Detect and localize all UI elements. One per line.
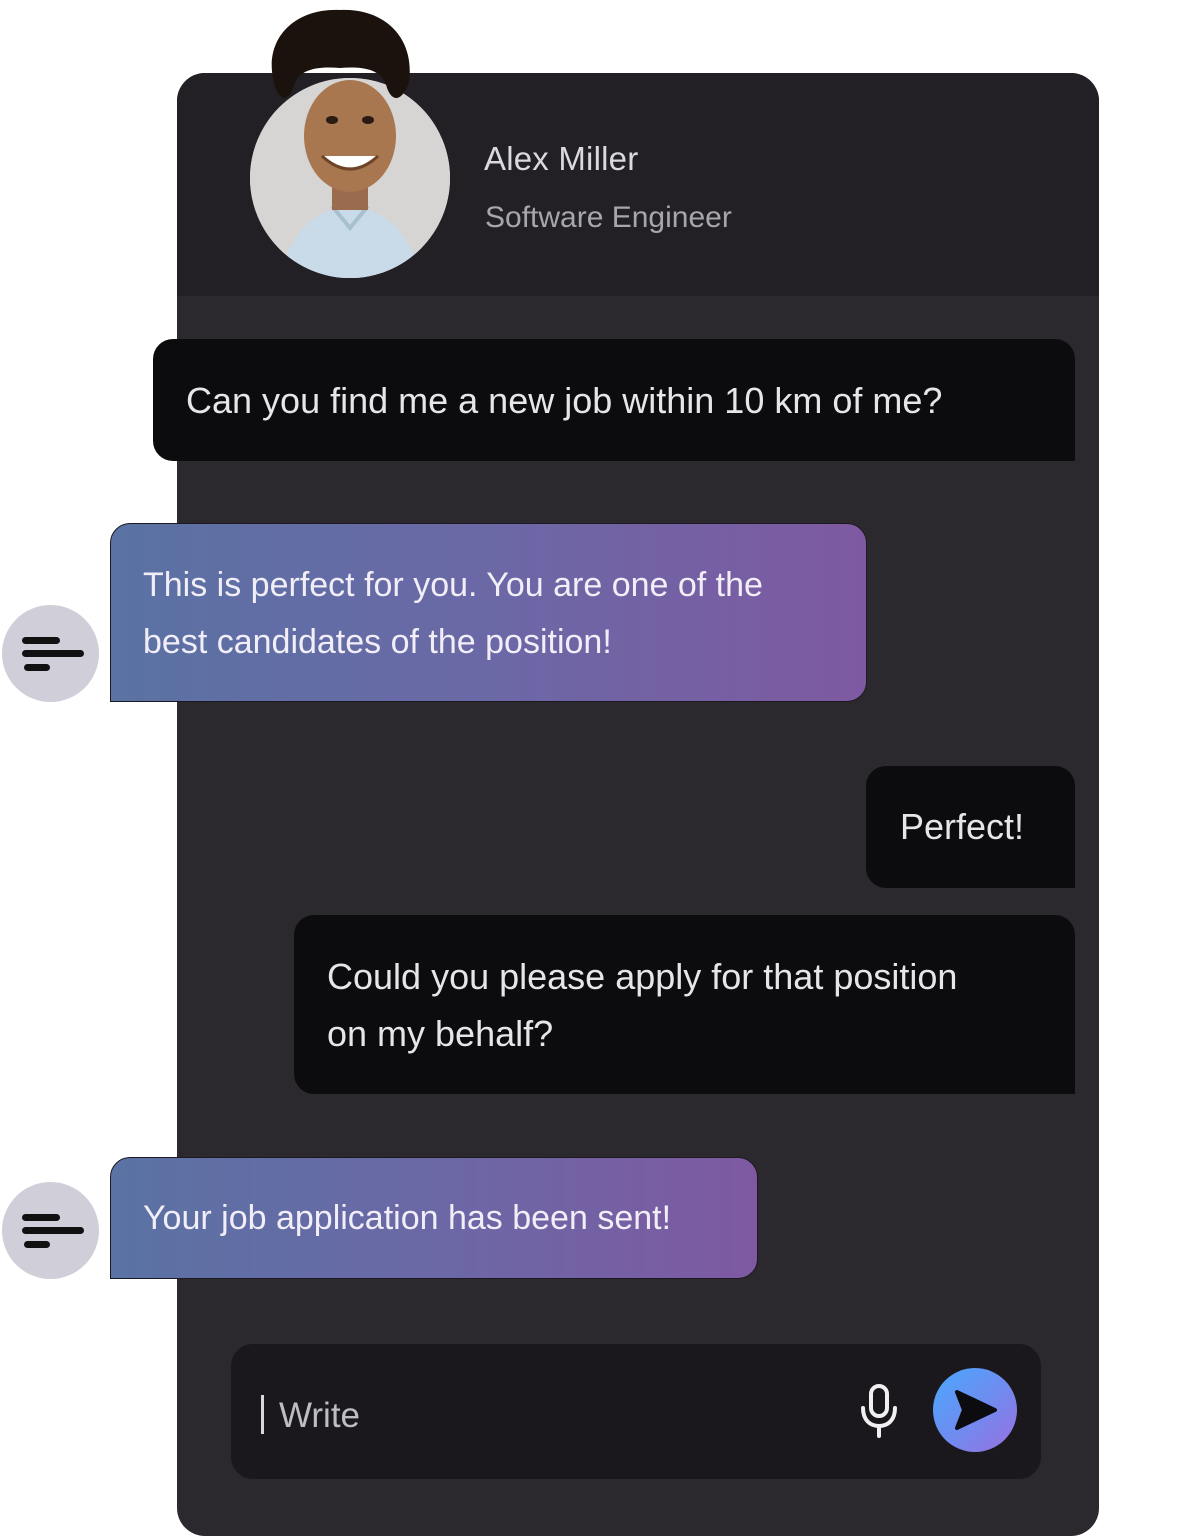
profile-title: Software Engineer xyxy=(485,201,732,234)
assistant-line-1 xyxy=(22,1214,60,1221)
send-icon xyxy=(955,1390,997,1430)
text-cursor xyxy=(261,1395,264,1434)
assistant-line-3 xyxy=(24,664,50,671)
message-input-placeholder[interactable]: Write xyxy=(279,1396,360,1436)
message-text-line-2: best candidates of the position! xyxy=(143,623,612,661)
assistant-line-2 xyxy=(22,1227,84,1234)
message-text: Can you find me a new job within 10 km o… xyxy=(186,380,943,421)
message-bubble-assistant: Your job application has been sent! xyxy=(110,1157,758,1279)
message-bubble-user: Can you find me a new job within 10 km o… xyxy=(153,339,1075,461)
microphone-icon[interactable] xyxy=(858,1384,900,1438)
message-text: Your job application has been sent! xyxy=(143,1199,672,1237)
profile-name: Alex Miller xyxy=(484,140,639,177)
message-text-line-1: This is perfect for you. You are one of … xyxy=(143,566,763,604)
message-bubble-user: Perfect! xyxy=(866,766,1075,888)
message-bubble-assistant: This is perfect for you. You are one of … xyxy=(110,523,867,702)
message-text-line-1: Could you please apply for that position xyxy=(327,956,958,997)
message-text: Perfect! xyxy=(900,806,1025,847)
assistant-avatar xyxy=(2,1182,99,1279)
assistant-line-3 xyxy=(24,1241,50,1248)
send-button[interactable] xyxy=(933,1368,1017,1452)
avatar-hair-icon xyxy=(271,9,410,99)
assistant-avatar xyxy=(2,605,99,702)
assistant-line-1 xyxy=(22,637,60,644)
message-bubble-user: Could you please apply for that position… xyxy=(294,915,1075,1094)
message-text-line-2: on my behalf? xyxy=(327,1013,554,1054)
assistant-line-2 xyxy=(22,650,84,657)
